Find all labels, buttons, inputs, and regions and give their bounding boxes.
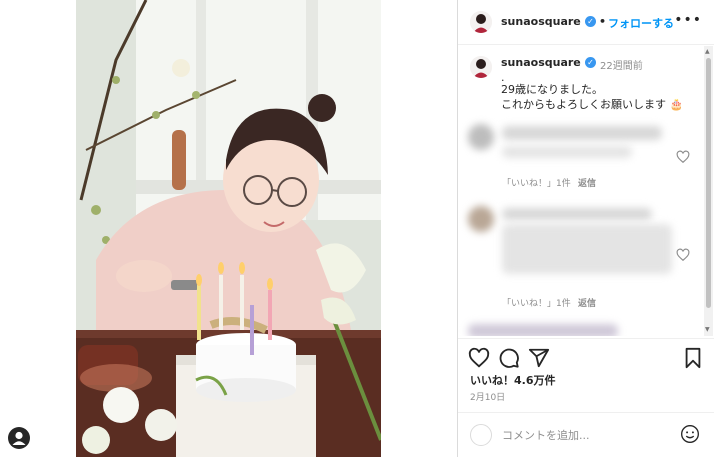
reply-button[interactable]: 返信: [578, 296, 596, 309]
heart-icon[interactable]: [676, 150, 690, 164]
post-photo[interactable]: [76, 0, 381, 457]
caption-line: 29歳になりました。: [501, 83, 603, 96]
commenter-avatar[interactable]: [468, 124, 494, 150]
commenter-avatar[interactable]: [468, 206, 494, 232]
media-pane: [0, 0, 458, 457]
comment-like-count[interactable]: 「いいね！」1件: [502, 296, 571, 309]
comment-list: 「いいね！」1件 返信 「いいね！」1件 返信: [458, 110, 704, 336]
scroll-up-icon[interactable]: ▲: [705, 48, 710, 55]
comment-bar: [458, 412, 714, 458]
scroll-down-icon[interactable]: ▼: [705, 326, 710, 333]
avatar: [470, 424, 492, 446]
verified-icon: ✓: [585, 16, 596, 27]
caption-time[interactable]: 22週間前: [600, 57, 643, 72]
bookmark-icon[interactable]: [682, 347, 704, 369]
heart-icon[interactable]: [468, 347, 490, 369]
emoji-icon[interactable]: [680, 424, 700, 444]
comment-scrollbar[interactable]: ▲ ▼: [704, 46, 713, 336]
scroll-thumb[interactable]: [706, 58, 711, 308]
send-icon[interactable]: [528, 347, 550, 369]
caption-username[interactable]: sunaosquare: [501, 56, 581, 69]
comment-text: [502, 126, 662, 140]
comment-text: [468, 324, 618, 336]
like-count[interactable]: いいね！4.6万件: [470, 372, 556, 388]
post-header: sunaosquare ✓ • フォローする •••: [458, 0, 714, 45]
more-options-icon[interactable]: •••: [674, 12, 702, 28]
username-link[interactable]: sunaosquare: [501, 15, 581, 28]
comment-text: [502, 146, 632, 158]
comment-icon[interactable]: [498, 347, 520, 369]
reply-button[interactable]: 返信: [578, 176, 596, 189]
avatar[interactable]: [470, 11, 492, 33]
post-details-pane: sunaosquare ✓ • フォローする ••• sunaosquare ✓…: [458, 0, 714, 457]
follow-button[interactable]: フォローする: [608, 15, 674, 31]
heart-icon[interactable]: [676, 248, 690, 262]
follow-separator: •: [599, 15, 607, 28]
comment-text: [502, 224, 672, 274]
comment-input[interactable]: [502, 425, 662, 445]
post-date[interactable]: 2月10日: [470, 390, 505, 403]
caption-avatar[interactable]: [470, 56, 492, 78]
comment-like-count[interactable]: 「いいね！」1件: [502, 176, 571, 189]
comment-text: [502, 208, 652, 220]
user-icon[interactable]: [8, 427, 30, 449]
verified-icon: ✓: [585, 57, 596, 68]
